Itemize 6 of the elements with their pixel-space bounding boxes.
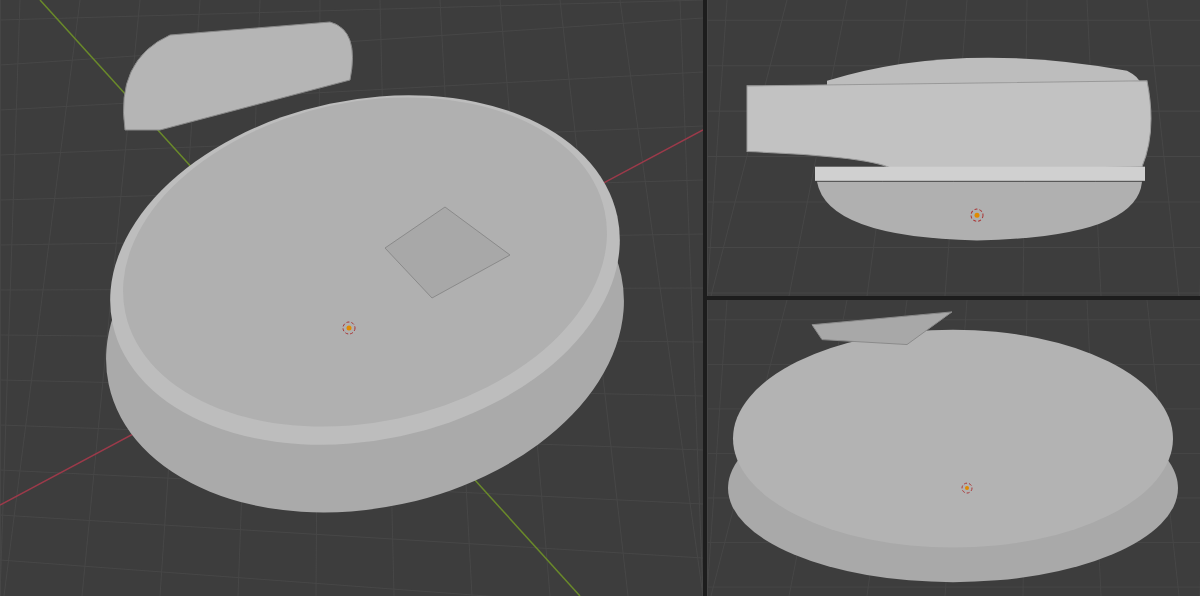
viewport-panel[interactable] xyxy=(0,0,703,596)
crosshair-icon xyxy=(961,482,973,494)
crosshair-icon xyxy=(342,321,356,335)
viewport-panel[interactable] xyxy=(707,0,1200,296)
viewport-panel[interactable] xyxy=(707,300,1200,596)
crosshair-icon xyxy=(970,208,984,222)
